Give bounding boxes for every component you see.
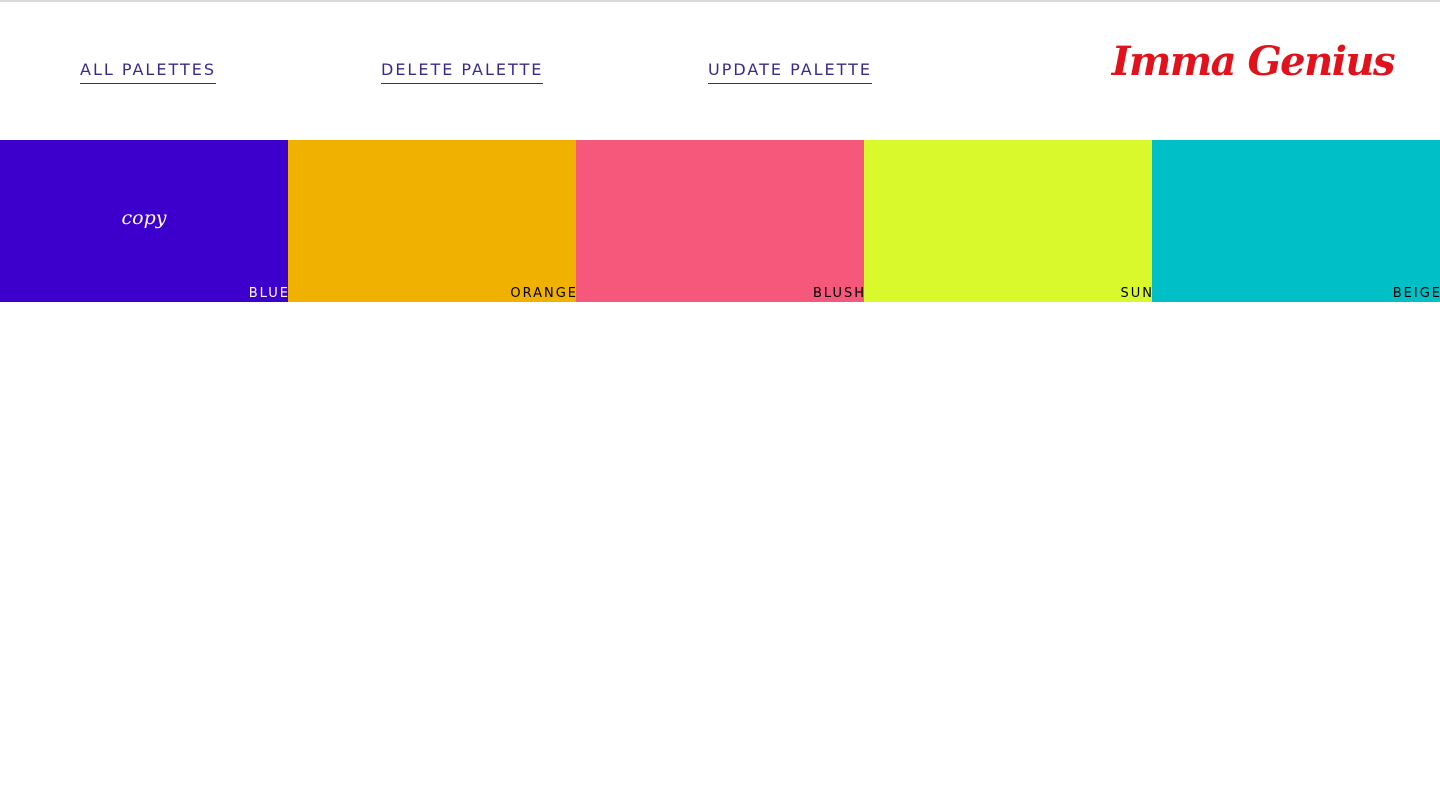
brand-logo: Imma Genius [1111, 38, 1396, 85]
swatch-name: ORANGE [510, 286, 578, 301]
swatch-sun[interactable]: SUN [864, 140, 1152, 302]
copy-label[interactable]: copy [0, 206, 288, 230]
swatch-blush[interactable]: BLUSH [576, 140, 864, 302]
header: ALL PALETTES DELETE PALETTE UPDATE PALET… [0, 2, 1440, 140]
update-palette-link[interactable]: UPDATE PALETTE [708, 60, 873, 84]
swatch-name: BLUE [248, 286, 290, 301]
swatch-name: SUN [1120, 286, 1154, 301]
swatch-blue[interactable]: copy BLUE [0, 140, 288, 302]
delete-palette-link[interactable]: DELETE PALETTE [381, 60, 544, 84]
swatch-name: BLUSH [812, 286, 866, 301]
all-palettes-link[interactable]: ALL PALETTES [80, 60, 216, 84]
swatch-beige[interactable]: BEIGE [1152, 140, 1440, 302]
swatch-name: BEIGE [1392, 286, 1440, 301]
swatch-orange[interactable]: ORANGE [288, 140, 576, 302]
palette-swatches: copy BLUE ORANGE BLUSH SUN BEIGE [0, 140, 1440, 302]
